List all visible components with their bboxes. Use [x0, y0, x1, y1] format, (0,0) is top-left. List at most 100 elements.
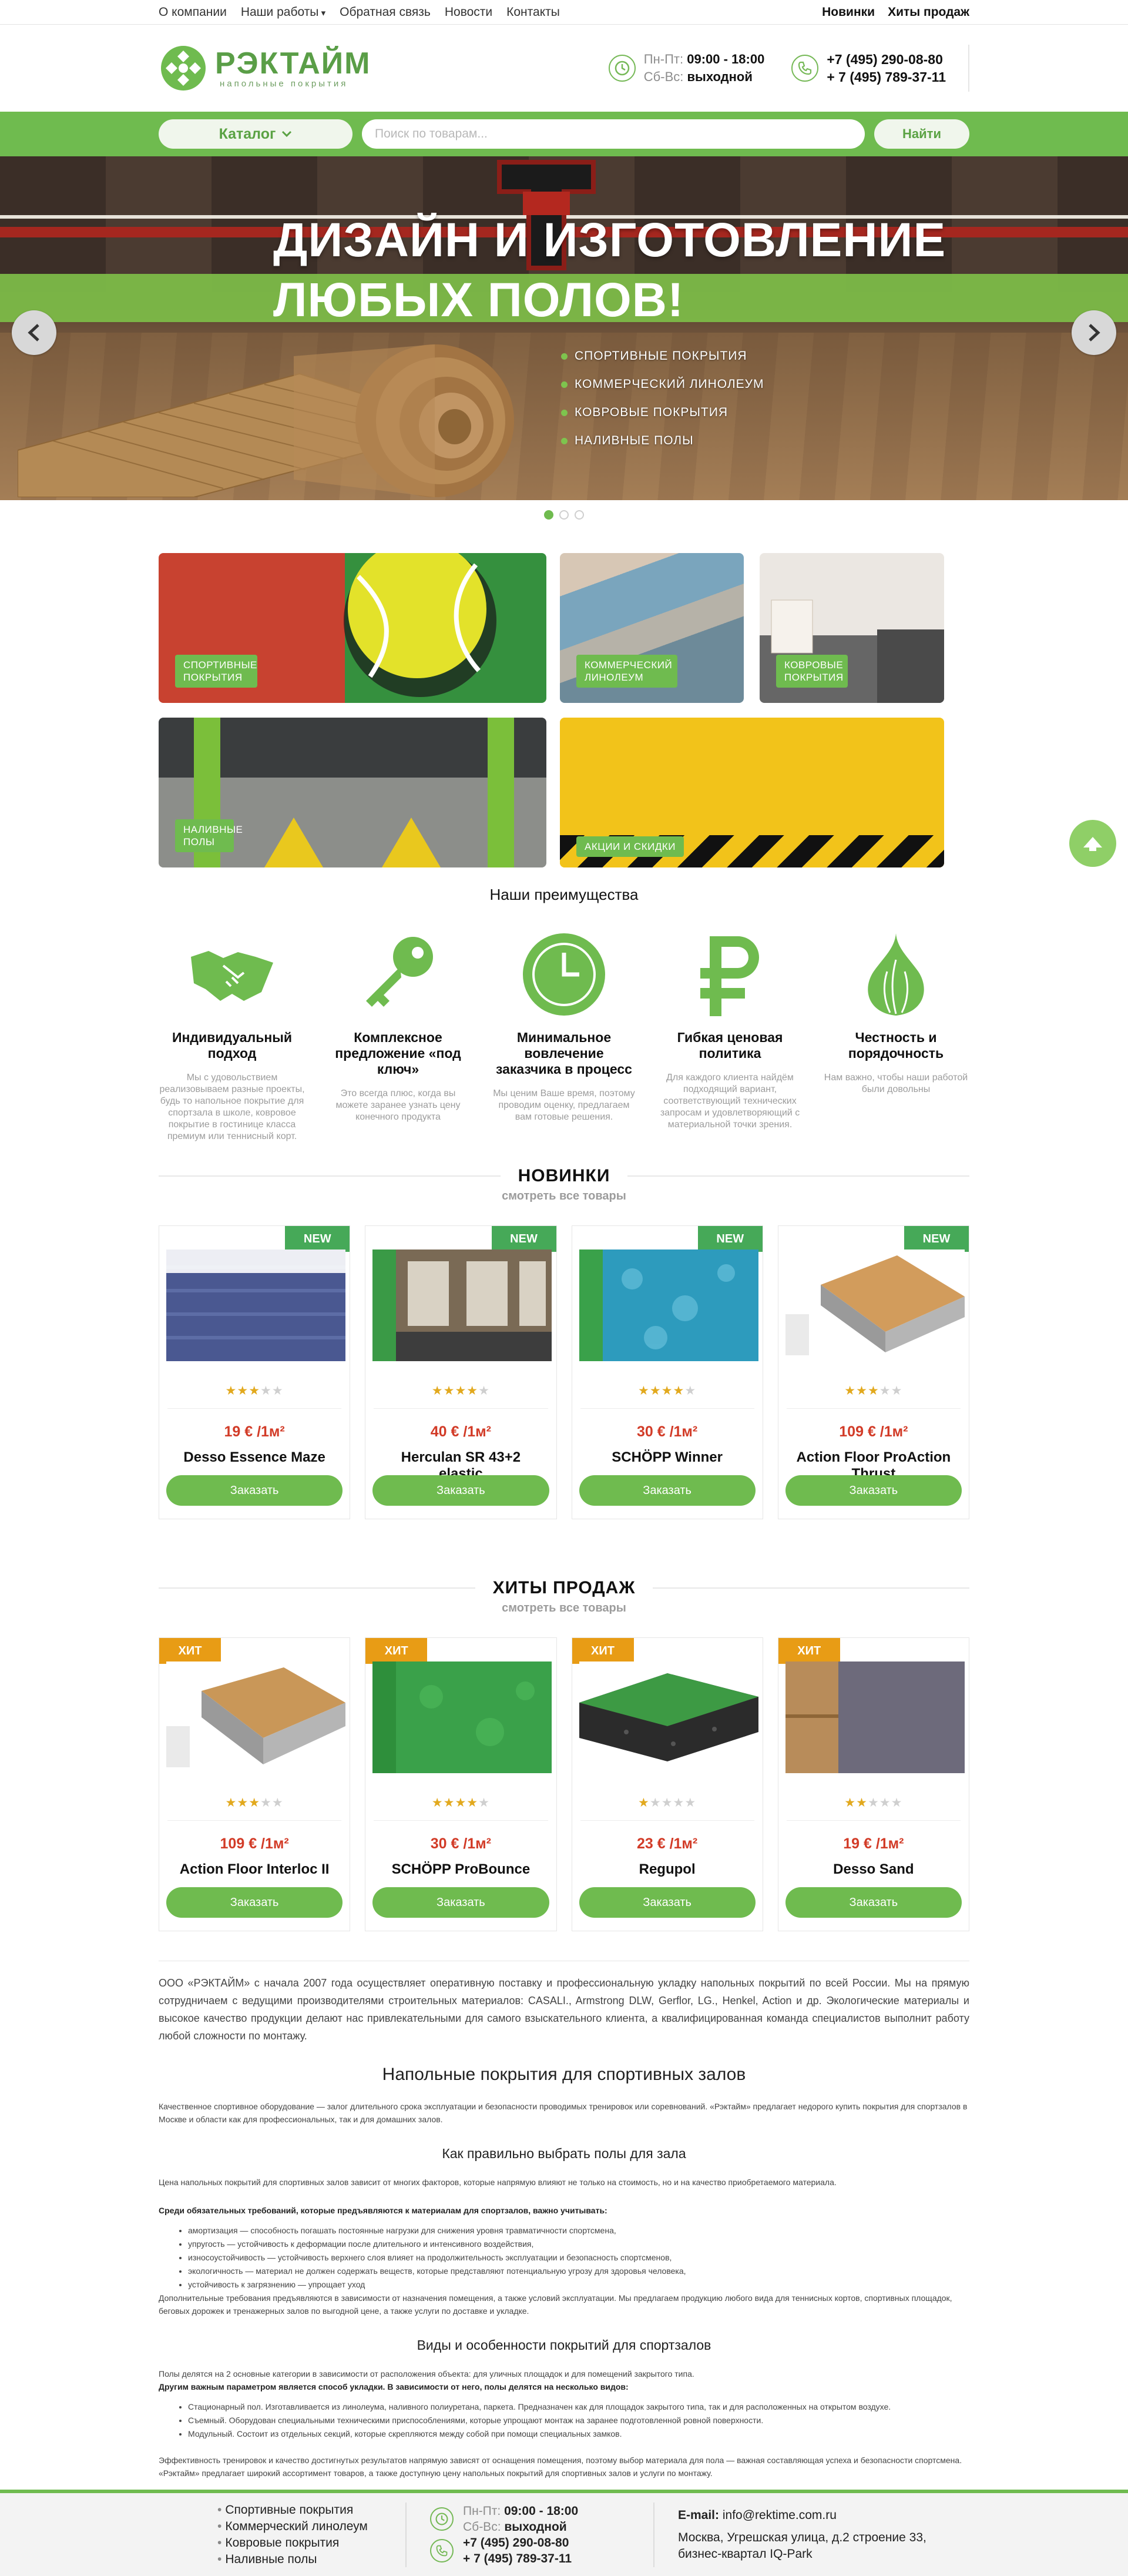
nav-new-products[interactable]: Новинки	[822, 5, 875, 19]
nav-works[interactable]: Наши работы	[241, 5, 325, 19]
slider-next-button[interactable]	[1072, 310, 1116, 355]
product-card[interactable]: ХИТ ★★★★★ 30 € /1м² SCHÖPP ProBounce Зак…	[365, 1637, 557, 1931]
divider	[786, 1408, 961, 1409]
product-card[interactable]: NEW ★★★★★ 30 € /1м² SCHÖPP Winner Заказа…	[571, 1225, 763, 1519]
new-products-view-all[interactable]: смотреть все товары	[0, 1190, 1128, 1203]
product-card[interactable]: NEW ★★★★★ 109 € /1м² Action Floor ProAct…	[777, 1225, 969, 1519]
footer-email[interactable]: info@rektime.com.ru	[723, 2508, 837, 2522]
product-name[interactable]: Desso Sand	[790, 1861, 957, 1878]
hit-badge: ХИТ	[365, 1638, 428, 1664]
product-name[interactable]: Desso Essence Maze	[171, 1449, 338, 1466]
product-name[interactable]: Regupol	[584, 1861, 751, 1878]
footer-link[interactable]: Наливные полы	[217, 2551, 405, 2568]
product-image	[579, 1250, 758, 1361]
logo-name: РЭКТАЙМ	[215, 46, 371, 81]
product-image	[372, 1250, 552, 1361]
order-button[interactable]: Заказать	[166, 1887, 343, 1918]
footer-link[interactable]: Спортивные покрытия	[217, 2502, 405, 2518]
new-badge: NEW	[285, 1226, 350, 1252]
advantage-text: Мы с удовольствием реализовываем разные …	[159, 1073, 305, 1141]
star-icon: ★	[478, 1384, 490, 1398]
category-self-leveling[interactable]: НАЛИВНЫЕ ПОЛЫ	[159, 718, 546, 867]
slider-dot-2[interactable]	[559, 510, 569, 520]
list-item: Съемный. Оборудован специальными техниче…	[188, 2414, 969, 2427]
order-button[interactable]: Заказать	[579, 1887, 756, 1918]
order-button[interactable]: Заказать	[372, 1887, 549, 1918]
nav-news[interactable]: Новости	[445, 5, 492, 19]
category-carpet[interactable]: КОВРОВЫЕ ПОКРЫТИЯ	[760, 553, 944, 703]
advantages-title: Наши преимущества	[489, 886, 639, 903]
slider-prev-button[interactable]	[12, 310, 56, 355]
phone-2[interactable]: + 7 (495) 789-37-11	[827, 68, 946, 86]
address-line: бизнес-квартал IQ-Park	[678, 2547, 813, 2561]
order-button[interactable]: Заказать	[579, 1475, 756, 1506]
product-card[interactable]: ХИТ ★★★★★ 23 € /1м² Regupol Заказать	[571, 1637, 763, 1931]
product-card[interactable]: NEW ★★★★★ 40 € /1м² Herculan SR 43+2 ela…	[365, 1225, 557, 1519]
find-button[interactable]: Найти	[874, 119, 969, 149]
star-icon: ★	[237, 1796, 249, 1810]
phone-1[interactable]: +7 (495) 290-08-80	[827, 51, 946, 68]
product-image	[579, 1661, 758, 1773]
catalog-button[interactable]: Каталог	[159, 119, 352, 149]
order-button[interactable]: Заказать	[785, 1887, 962, 1918]
footer-phone-2[interactable]: + 7 (495) 789-37-11	[463, 2552, 572, 2565]
order-button[interactable]: Заказать	[785, 1475, 962, 1506]
product-name[interactable]: Action Floor Interloc II	[171, 1861, 338, 1878]
nav-feedback[interactable]: Обратная связь	[340, 5, 431, 19]
order-button[interactable]: Заказать	[166, 1475, 343, 1506]
list-item: упругость — устойчивость к деформации по…	[188, 2237, 969, 2251]
footer-phone-1[interactable]: +7 (495) 290-08-80	[463, 2536, 569, 2550]
footer-link[interactable]: Коммерческий линолеум	[217, 2518, 405, 2535]
footer-link[interactable]: Ковровые покрытия	[217, 2535, 405, 2551]
phones: +7 (495) 290-08-80 + 7 (495) 789-37-11	[791, 45, 969, 92]
logo[interactable]: РЭКТАЙМ напольные покрытия	[159, 43, 371, 93]
product-price: 109 € /1м²	[220, 1835, 289, 1852]
product-card[interactable]: NEW ★★★★★ 19 € /1м² Desso Essence Maze З…	[159, 1225, 351, 1519]
list-item: износоустойчивость — устойчивость верхне…	[188, 2251, 969, 2265]
star-icon: ★	[271, 1796, 284, 1810]
bestsellers-title: ХИТЫ ПРОДАЖ	[492, 1578, 636, 1597]
category-linoleum[interactable]: КОММЕРЧЕСКИЙ ЛИНОЛЕУМ	[560, 553, 744, 703]
banner-list: СПОРТИВНЫЕ ПОКРЫТИЯ КОММЕРЧЕСКИЙ ЛИНОЛЕУ…	[561, 349, 764, 462]
intro-paragraph: ООО «РЭКТАЙМ» с начала 2007 года осущест…	[159, 1977, 969, 2042]
section-title: ХИТЫ ПРОДАЖ	[159, 1578, 969, 1598]
star-icon: ★	[455, 1384, 467, 1398]
floor-types-list: Стационарный пол. Изготавливается из лин…	[188, 2400, 969, 2441]
product-card[interactable]: ХИТ ★★★★★ 109 € /1м² Action Floor Interl…	[159, 1637, 351, 1931]
category-sale[interactable]: АКЦИИ И СКИДКИ	[560, 718, 944, 867]
divider	[374, 1820, 548, 1821]
divider	[580, 1408, 754, 1409]
slider-dot-3[interactable]	[575, 510, 584, 520]
nav-about[interactable]: О компании	[159, 5, 227, 19]
category-sport[interactable]: СПОРТИВНЫЕ ПОКРЫТИЯ	[159, 553, 546, 703]
star-icon: ★	[638, 1796, 650, 1810]
list-item: экологичность — материал не должен содер…	[188, 2265, 969, 2278]
section-title: НОВИНКИ	[159, 1166, 970, 1186]
hours-weekend: выходной	[687, 69, 753, 84]
product-name[interactable]: SCHÖPP ProBounce	[377, 1861, 544, 1878]
slider-dot-1[interactable]	[544, 510, 553, 520]
hours-weekend: выходной	[504, 2520, 567, 2534]
divider	[167, 1408, 342, 1409]
search-input[interactable]	[362, 119, 865, 149]
advantage-text: Нам важно, чтобы наши работой были довол…	[824, 1073, 968, 1094]
search-bar: Каталог Найти	[0, 112, 1128, 156]
star-icon: ★	[443, 1796, 455, 1810]
advantage-item: Минимальное вовлечение заказчика в проце…	[491, 927, 637, 1143]
order-button[interactable]: Заказать	[372, 1475, 549, 1506]
divider	[159, 1587, 475, 1589]
product-image	[166, 1661, 345, 1773]
nav-contacts[interactable]: Контакты	[506, 5, 560, 19]
nav-bestsellers[interactable]: Хиты продаж	[888, 5, 969, 19]
new-products-list: NEW ★★★★★ 19 € /1м² Desso Essence Maze З…	[159, 1225, 969, 1519]
handshake-icon	[159, 927, 306, 1021]
star-icon: ★	[478, 1796, 490, 1810]
divider	[968, 45, 969, 92]
product-name[interactable]: SCHÖPP Winner	[584, 1449, 751, 1466]
bestsellers-view-all[interactable]: смотреть все товары	[0, 1602, 1128, 1615]
star-icon: ★	[673, 1384, 685, 1398]
product-card[interactable]: ХИТ ★★★★★ 19 € /1м² Desso Sand Заказать	[777, 1637, 969, 1931]
divider	[627, 1175, 970, 1177]
scroll-top-button[interactable]	[1069, 820, 1116, 867]
star-icon: ★	[879, 1796, 891, 1810]
